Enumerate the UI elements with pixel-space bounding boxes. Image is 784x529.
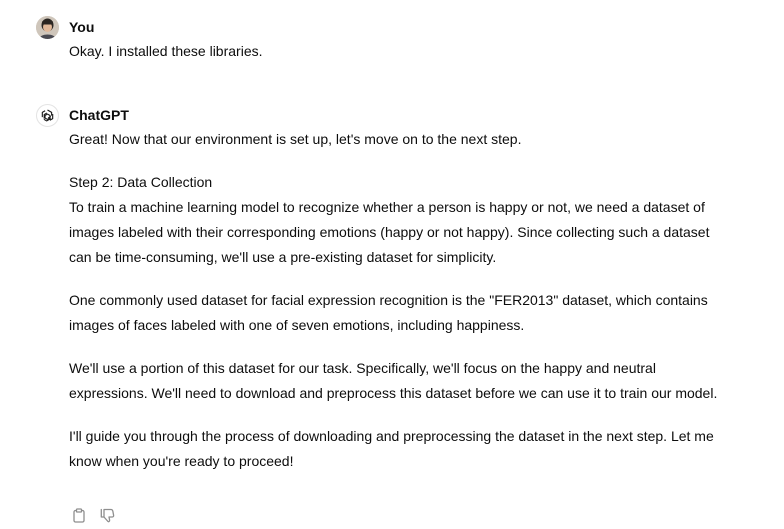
assistant-author-name: ChatGPT <box>69 107 129 123</box>
thumbs-down-icon[interactable] <box>98 506 116 524</box>
message-actions <box>70 506 116 524</box>
clipboard-icon[interactable] <box>70 506 88 524</box>
assistant-paragraph-data-collection: To train a machine learning model to rec… <box>69 199 710 265</box>
assistant-paragraph-fer2013: One commonly used dataset for facial exp… <box>69 292 708 333</box>
user-message-text: Okay. I installed these libraries. <box>69 39 719 64</box>
chatgpt-logo-icon <box>36 104 59 127</box>
assistant-step-heading: Step 2: Data Collection <box>69 174 213 190</box>
user-message-paragraph: Okay. I installed these libraries. <box>69 43 263 59</box>
user-avatar <box>36 16 59 39</box>
assistant-message-text: Great! Now that our environment is set u… <box>69 127 719 474</box>
assistant-paragraph-next-step: I'll guide you through the process of do… <box>69 428 714 469</box>
user-author-name: You <box>69 19 95 35</box>
assistant-paragraph-portion: We'll use a portion of this dataset for … <box>69 360 718 401</box>
assistant-paragraph-intro: Great! Now that our environment is set u… <box>69 131 522 147</box>
